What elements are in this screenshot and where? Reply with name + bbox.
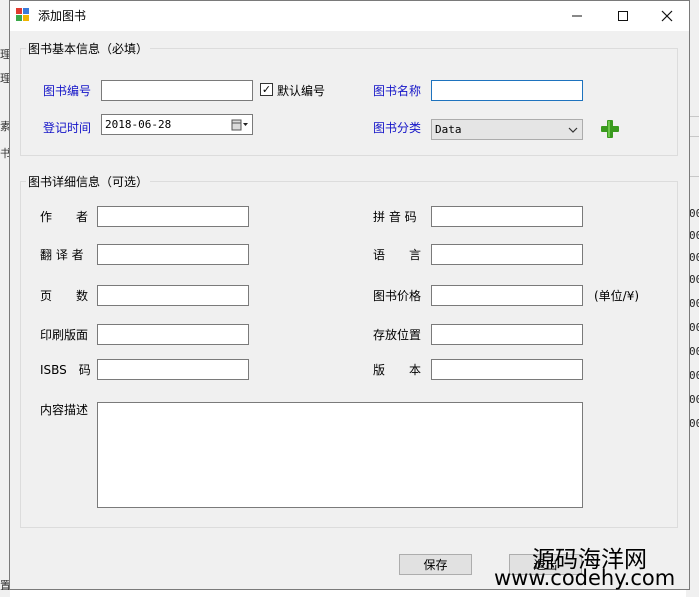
category-value: Data xyxy=(435,123,462,136)
default-no-label[interactable]: 默认编号 xyxy=(277,82,325,99)
price-label: 图书价格 xyxy=(373,289,422,303)
pages-input[interactable] xyxy=(97,285,249,306)
background-cell: 00 xyxy=(689,229,699,242)
book-name-input[interactable] xyxy=(431,80,583,101)
add-category-button[interactable] xyxy=(600,119,620,139)
language-input[interactable] xyxy=(431,244,583,265)
author-input[interactable] xyxy=(97,206,249,227)
window-title: 添加图书 xyxy=(38,9,87,23)
maximize-button[interactable] xyxy=(600,1,646,31)
basic-info-group-title: 图书基本信息（必填） xyxy=(26,40,151,57)
edition-label: 版 本 xyxy=(373,363,422,377)
price-unit-label: (单位/¥) xyxy=(594,289,640,303)
language-label: 语 言 xyxy=(373,248,422,262)
plus-icon xyxy=(601,120,619,138)
description-label: 内容描述 xyxy=(40,403,89,417)
pinyin-input[interactable] xyxy=(431,206,583,227)
close-button[interactable] xyxy=(644,1,690,31)
minimize-button[interactable] xyxy=(554,1,600,31)
calendar-icon[interactable] xyxy=(231,119,252,131)
minimize-icon xyxy=(572,15,582,17)
print-layout-input[interactable] xyxy=(97,324,249,345)
close-icon xyxy=(661,10,673,22)
book-no-label: 图书编号 xyxy=(43,84,92,98)
isbs-label: ISBS 码 xyxy=(40,363,91,377)
watermark-url: www.codehy.com xyxy=(494,566,676,590)
app-icon xyxy=(16,8,30,22)
chevron-down-icon xyxy=(568,127,582,133)
maximize-icon xyxy=(618,11,628,21)
background-cell: 00 xyxy=(689,273,699,286)
isbs-input[interactable] xyxy=(97,359,249,380)
background-cell: 00 xyxy=(689,393,699,406)
description-textarea[interactable] xyxy=(97,402,583,508)
author-label: 作 者 xyxy=(40,210,89,224)
detail-info-group-title: 图书详细信息（可选） xyxy=(26,173,151,190)
background-cell: 00 xyxy=(689,345,699,358)
pages-label: 页 数 xyxy=(40,289,89,303)
translator-label: 翻 译 者 xyxy=(40,248,84,262)
background-cell: 00 xyxy=(689,251,699,264)
translator-input[interactable] xyxy=(97,244,249,265)
book-no-input[interactable] xyxy=(101,80,253,101)
price-input[interactable] xyxy=(431,285,583,306)
background-cell: 00 xyxy=(689,297,699,310)
background-cell: 00 xyxy=(689,417,699,430)
print-layout-label: 印刷版面 xyxy=(40,328,89,342)
category-label: 图书分类 xyxy=(373,121,422,135)
edition-input[interactable] xyxy=(431,359,583,380)
pinyin-label: 拼 音 码 xyxy=(373,210,417,224)
location-label: 存放位置 xyxy=(373,328,422,342)
book-name-label: 图书名称 xyxy=(373,84,422,98)
location-input[interactable] xyxy=(431,324,583,345)
background-cell: 00 xyxy=(689,207,699,220)
reg-time-label: 登记时间 xyxy=(43,121,92,135)
reg-time-value: 2018-06-28 xyxy=(105,118,172,131)
category-select[interactable]: Data xyxy=(431,119,583,140)
reg-time-datepicker[interactable]: 2018-06-28 xyxy=(101,114,253,135)
background-cell: 00 xyxy=(689,369,699,382)
checkmark-icon: ✓ xyxy=(261,83,272,96)
default-no-checkbox[interactable]: ✓ xyxy=(260,83,273,96)
save-button[interactable]: 保存 xyxy=(399,554,472,575)
background-cell: 00 xyxy=(689,321,699,334)
